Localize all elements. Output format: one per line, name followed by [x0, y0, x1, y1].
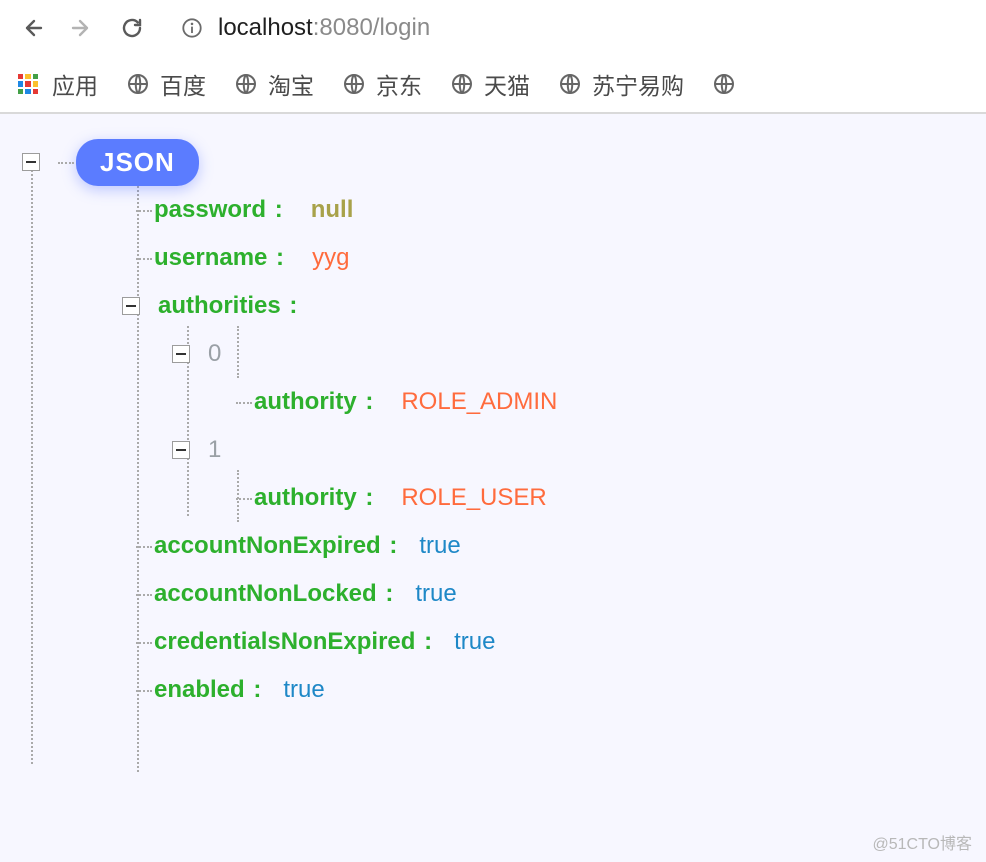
tree-row-username: username : yyg [22, 234, 986, 282]
globe-icon [558, 72, 582, 96]
tree-row-acc-non-locked: accountNonLocked : true [22, 570, 986, 618]
json-value-null: null [287, 196, 354, 224]
json-key: enabled [154, 676, 245, 704]
json-key: username [154, 244, 267, 272]
json-value-bool: true [436, 628, 495, 656]
reload-icon [120, 16, 144, 40]
json-value-string: ROLE_ADMIN [377, 388, 557, 416]
tree-connector [50, 138, 76, 186]
globe-icon [234, 72, 258, 96]
tree-connector [128, 522, 154, 570]
json-array-index: 0 [208, 340, 221, 368]
globe-icon [450, 72, 474, 96]
arrow-right-icon [70, 16, 94, 40]
tree-row-authorities: authorities : [22, 282, 986, 330]
json-root-badge: JSON [76, 139, 199, 186]
collapse-toggle[interactable] [122, 297, 140, 315]
forward-button[interactable] [62, 8, 102, 48]
bookmark-tmall[interactable]: 天猫 [450, 67, 530, 101]
collapse-toggle[interactable] [172, 441, 190, 459]
collapse-toggle[interactable] [172, 345, 190, 363]
json-key: accountNonLocked [154, 580, 377, 608]
globe-icon [712, 72, 736, 96]
json-key: authority [254, 388, 357, 416]
json-key: authority [254, 484, 357, 512]
bookmark-baidu[interactable]: 百度 [126, 67, 206, 101]
json-value-string: ROLE_USER [377, 484, 546, 512]
tree-connector [128, 618, 154, 666]
tree-row-auth-1-authority: authority : ROLE_USER [22, 474, 986, 522]
json-key: accountNonExpired [154, 532, 381, 560]
reload-button[interactable] [112, 8, 152, 48]
json-viewer: JSON password : null username : yyg auth… [0, 114, 986, 714]
tree-connector [128, 186, 154, 234]
site-info-icon[interactable] [180, 16, 204, 40]
json-value-bool: true [265, 676, 324, 704]
tree-root-row: JSON [22, 138, 986, 186]
tree-row-acc-non-expired: accountNonExpired : true [22, 522, 986, 570]
address-area[interactable]: localhost:8080/login [162, 14, 430, 42]
collapse-toggle[interactable] [22, 153, 40, 171]
bookmarks-bar: 应用 百度 淘宝 京东 天猫 苏宁易购 [0, 56, 986, 112]
arrow-left-icon [20, 16, 44, 40]
json-key: authorities [158, 292, 281, 320]
json-value-string: yyg [288, 244, 349, 272]
watermark: @51CTO博客 [872, 830, 972, 854]
tree-row-auth-1: 1 [22, 426, 986, 474]
json-key: password [154, 196, 266, 224]
json-array-index: 1 [208, 436, 221, 464]
tree-row-enabled: enabled : true [22, 666, 986, 714]
tree-connector [228, 378, 254, 426]
address-bar-row: localhost:8080/login [0, 0, 986, 56]
json-value-bool: true [397, 580, 456, 608]
tree-row-password: password : null [22, 186, 986, 234]
tree-connector [128, 234, 154, 282]
tree-connector [128, 666, 154, 714]
bookmark-jd[interactable]: 京东 [342, 67, 422, 101]
apps-button[interactable]: 应用 [18, 67, 98, 101]
apps-label: 应用 [52, 67, 98, 101]
tree-row-auth-0-authority: authority : ROLE_ADMIN [22, 378, 986, 426]
tree-connector [128, 570, 154, 618]
tree-row-cred-non-expired: credentialsNonExpired : true [22, 618, 986, 666]
back-button[interactable] [12, 8, 52, 48]
globe-icon [126, 72, 150, 96]
json-key: credentialsNonExpired [154, 628, 415, 656]
apps-grid-icon [18, 74, 38, 94]
globe-icon [342, 72, 366, 96]
tree-connector [228, 474, 254, 522]
bookmark-taobao[interactable]: 淘宝 [234, 67, 314, 101]
url-text: localhost:8080/login [218, 14, 430, 42]
browser-chrome: localhost:8080/login 应用 百度 淘宝 京东 天猫 苏宁易购 [0, 0, 986, 114]
bookmark-suning[interactable]: 苏宁易购 [558, 67, 684, 101]
bookmark-more[interactable] [712, 72, 736, 96]
tree-row-auth-0: 0 [22, 330, 986, 378]
json-value-bool: true [401, 532, 460, 560]
